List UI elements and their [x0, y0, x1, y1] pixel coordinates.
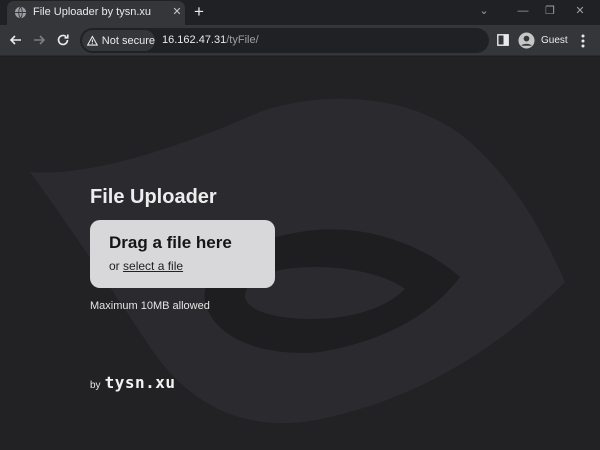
address-bar[interactable]: Not secure 16.162.47.31/tyFile/ — [80, 28, 489, 53]
new-tab-button[interactable]: + — [190, 3, 208, 21]
side-panel-icon[interactable] — [497, 34, 509, 46]
arrow-right-icon — [34, 35, 46, 45]
url-host: 16.162.47.31 — [162, 34, 227, 46]
profile-button[interactable]: Guest — [515, 28, 571, 52]
back-button[interactable] — [7, 31, 25, 49]
reload-button[interactable] — [54, 31, 72, 49]
globe-icon — [14, 6, 27, 19]
dropzone-title: Drag a file here — [109, 233, 232, 252]
credit-by: by — [90, 380, 101, 391]
or-text: or — [109, 259, 120, 273]
arrow-left-icon — [9, 35, 21, 45]
security-chip[interactable]: Not secure — [82, 30, 155, 51]
author-credit: by tysn.xu — [90, 373, 176, 392]
reload-icon — [57, 34, 69, 46]
close-tab-icon[interactable]: ✕ — [170, 5, 184, 19]
warning-icon — [87, 34, 98, 46]
browser-toolbar: Not secure 16.162.47.31/tyFile/ Guest — [0, 25, 600, 56]
tab-title: File Uploader by tysn.xu — [33, 6, 151, 18]
security-label: Not secure — [101, 34, 155, 47]
tab-search-icon[interactable]: ⌄ — [474, 3, 494, 19]
avatar-icon — [518, 31, 535, 49]
dropzone-subtext: or select a file — [109, 259, 183, 273]
browser-tab[interactable]: File Uploader by tysn.xu ✕ — [7, 1, 185, 25]
brand-logo-text: tysn.xu — [104, 373, 176, 392]
file-dropzone[interactable]: Drag a file here or select a file — [90, 220, 275, 288]
kebab-menu-icon[interactable] — [577, 32, 589, 50]
page-title: File Uploader — [90, 186, 217, 208]
select-file-link[interactable]: select a file — [123, 259, 183, 273]
minimize-button[interactable]: — — [513, 3, 533, 19]
url-text[interactable]: 16.162.47.31/tyFile/ — [162, 34, 259, 46]
url-path: /tyFile/ — [226, 34, 259, 46]
close-window-button[interactable]: ✕ — [570, 3, 590, 19]
tab-strip: File Uploader by tysn.xu ✕ + ⌄ — ❐ ✕ — [0, 0, 600, 25]
forward-button[interactable] — [30, 31, 48, 49]
page-content: File Uploader Drag a file here or select… — [0, 57, 600, 450]
max-size-note: Maximum 10MB allowed — [90, 300, 210, 312]
restore-button[interactable]: ❐ — [540, 3, 560, 19]
profile-name: Guest — [541, 34, 568, 46]
